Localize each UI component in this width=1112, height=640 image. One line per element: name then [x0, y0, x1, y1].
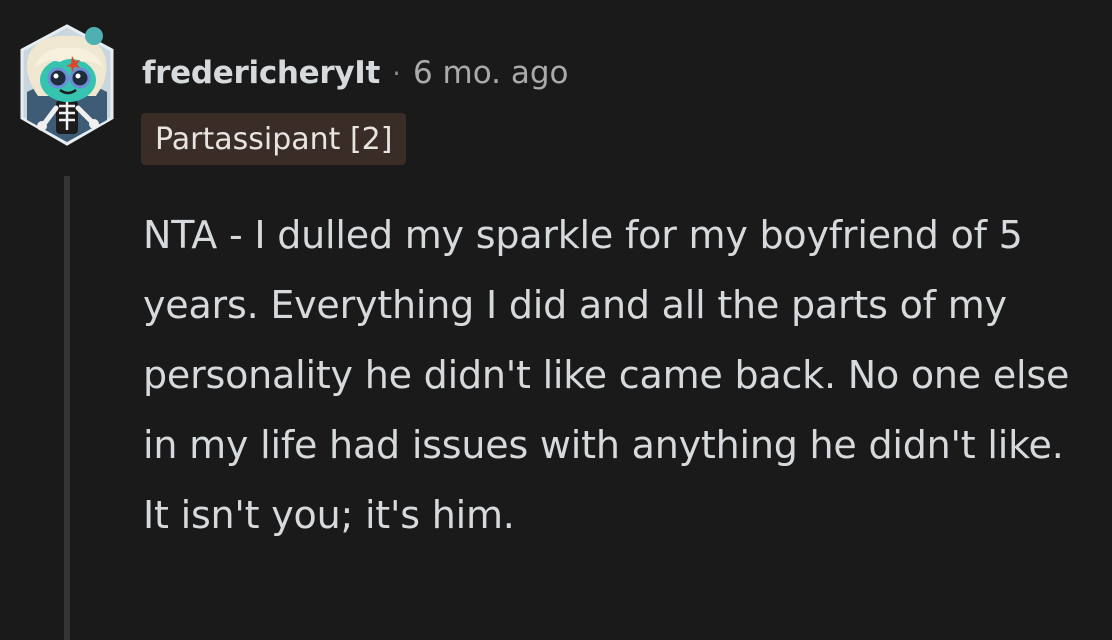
meta-separator: ·: [392, 56, 401, 90]
comment: fredericheryIt · 6 mo. ago Partassipant …: [0, 0, 1112, 640]
author-username[interactable]: fredericheryIt: [142, 55, 380, 91]
comment-timestamp[interactable]: 6 mo. ago: [413, 55, 569, 91]
user-avatar-icon[interactable]: [12, 22, 122, 152]
comment-body-text: NTA - I dulled my sparkle for my boyfrie…: [143, 213, 1070, 537]
thread-line[interactable]: [64, 176, 70, 640]
comment-header: fredericheryIt · 6 mo. ago: [142, 48, 569, 98]
comment-body: NTA - I dulled my sparkle for my boyfrie…: [143, 200, 1073, 550]
user-flair-badge: Partassipant [2]: [141, 113, 407, 165]
